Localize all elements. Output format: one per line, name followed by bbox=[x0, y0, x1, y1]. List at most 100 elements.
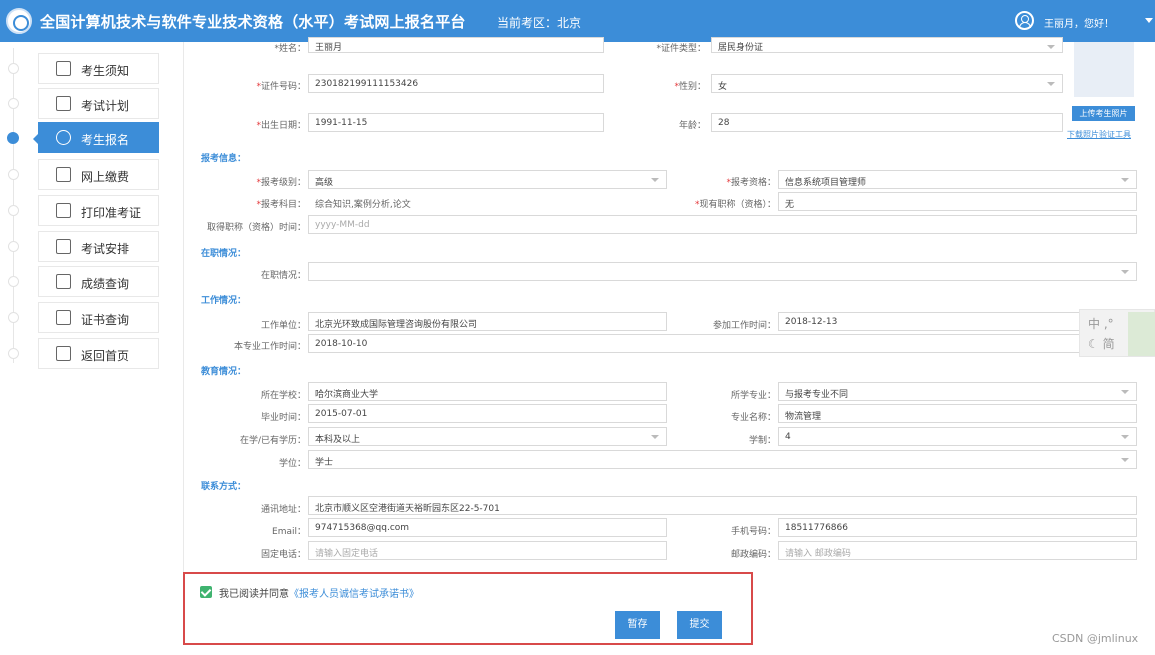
timeline-dot bbox=[8, 169, 19, 180]
save-button[interactable]: 暂存 bbox=[615, 611, 660, 639]
name-label: *姓名： bbox=[274, 44, 306, 54]
major-time-field[interactable]: 2018-10-10 bbox=[308, 334, 1137, 353]
sidebar-item[interactable]: 考生须知 bbox=[38, 53, 159, 84]
school-field[interactable]: 哈尔滨商业大学 bbox=[308, 382, 667, 401]
logo-icon bbox=[6, 8, 32, 34]
chevron-down-icon bbox=[1121, 270, 1129, 274]
ime-mode[interactable]: 中 ,° bbox=[1088, 315, 1114, 332]
employment-select[interactable] bbox=[308, 262, 1137, 281]
sidebar-item[interactable]: 网上缴费 bbox=[38, 159, 159, 190]
certificate-icon bbox=[56, 310, 71, 325]
clock-icon bbox=[56, 130, 71, 145]
sidebar-item[interactable]: 考试计划 bbox=[38, 88, 159, 119]
printer-icon bbox=[56, 203, 71, 218]
sidebar-item-label: 考生须知 bbox=[81, 64, 130, 78]
level-label: *报考级别： bbox=[256, 178, 306, 188]
title-time-field[interactable]: yyyy-MM-dd bbox=[308, 215, 1137, 234]
birth-field[interactable]: 1991-11-15 bbox=[308, 113, 604, 132]
idtype-label: *证件类型： bbox=[656, 44, 706, 54]
zip-field[interactable]: 请输入 邮政编码 bbox=[778, 541, 1137, 560]
address-label: 通讯地址： bbox=[260, 505, 306, 515]
sidebar-item-label: 打印准考证 bbox=[81, 206, 142, 220]
major-rel-select[interactable]: 与报考专业不同 bbox=[778, 382, 1137, 401]
sidebar-item-label: 考试计划 bbox=[81, 99, 130, 113]
sidebar-item-label: 考生报名 bbox=[81, 133, 130, 147]
pledge-link[interactable]: 《报考人员诚信考试承诺书》 bbox=[289, 589, 419, 600]
chevron-down-icon bbox=[1121, 458, 1129, 462]
sidebar-item-label: 返回首页 bbox=[81, 349, 130, 363]
phone-label: 固定电话： bbox=[260, 550, 306, 560]
timeline-dot bbox=[8, 241, 19, 252]
degree-label: 学位： bbox=[278, 459, 306, 469]
idno-field[interactable]: 230182199111153426 bbox=[308, 74, 604, 93]
grad-label: 毕业时间： bbox=[260, 413, 306, 423]
address-field[interactable]: 北京市顺义区空港街道天裕昕园东区22-5-701 bbox=[308, 496, 1137, 515]
major-rel-label: 所学专业： bbox=[730, 391, 776, 401]
level-select[interactable]: 高级 bbox=[308, 170, 667, 189]
chevron-down-icon bbox=[1121, 178, 1129, 182]
timeline-dot bbox=[8, 312, 19, 323]
sidebar-item-label: 考试安排 bbox=[81, 242, 130, 256]
degree-select[interactable]: 学士 bbox=[308, 450, 1137, 469]
degree-level-select[interactable]: 本科及以上 bbox=[308, 427, 667, 446]
search-icon bbox=[56, 274, 71, 289]
timeline-dot bbox=[8, 98, 19, 109]
user-icon[interactable] bbox=[1015, 11, 1034, 30]
sidebar-item[interactable]: 证书查询 bbox=[38, 302, 159, 333]
arrangement-icon bbox=[56, 239, 71, 254]
sidebar-item[interactable]: 成绩查询 bbox=[38, 266, 159, 297]
ime-simplified[interactable]: ☾ 简 bbox=[1088, 335, 1115, 352]
chevron-down-icon[interactable] bbox=[1145, 18, 1153, 23]
grad-field[interactable]: 2015-07-01 bbox=[308, 404, 667, 423]
current-region: 当前考区：北京 bbox=[497, 16, 582, 30]
header-bar: 全国计算机技术与软件专业技术资格（水平）考试网上报名平台 当前考区：北京 王丽月… bbox=[0, 0, 1155, 42]
chevron-down-icon bbox=[1121, 390, 1129, 394]
sidebar-item[interactable]: 考生报名 bbox=[33, 122, 159, 153]
upload-photo-button[interactable]: 上传考生照片 bbox=[1072, 106, 1135, 121]
subject-label: *报考科目： bbox=[256, 200, 306, 210]
years-select[interactable]: 4 bbox=[778, 427, 1137, 446]
download-tool-link[interactable]: 下载照片验证工具 bbox=[1067, 129, 1131, 140]
qual-label: *报考资格： bbox=[726, 178, 776, 188]
ime-widget[interactable]: 中 ,° ☾ 简 bbox=[1079, 309, 1155, 357]
timeline-dot bbox=[8, 63, 19, 74]
start-label: 参加工作时间： bbox=[712, 321, 776, 331]
degree-level-label: 在学/已有学历： bbox=[239, 436, 306, 446]
sidebar-item[interactable]: 考试安排 bbox=[38, 231, 159, 262]
phone-field[interactable]: 请输入固定电话 bbox=[308, 541, 667, 560]
agree-checkbox[interactable] bbox=[200, 586, 212, 598]
title-field[interactable]: 无 bbox=[778, 192, 1137, 211]
sidebar-item[interactable]: 返回首页 bbox=[38, 338, 159, 369]
watermark: CSDN @jmlinux bbox=[1052, 632, 1139, 645]
submit-button[interactable]: 提交 bbox=[677, 611, 722, 639]
section-work: 工作情况： bbox=[201, 296, 247, 306]
payment-icon bbox=[56, 167, 71, 182]
ime-skin-icon bbox=[1128, 312, 1155, 356]
major-time-label: 本专业工作时间： bbox=[233, 342, 306, 352]
timeline-dot bbox=[8, 276, 19, 287]
timeline-dot bbox=[7, 132, 19, 144]
name-field[interactable]: 王丽月 bbox=[308, 37, 604, 53]
user-greeting[interactable]: 王丽月，您好！ bbox=[1044, 15, 1114, 30]
sidebar-item-label: 证书查询 bbox=[81, 313, 130, 327]
sidebar-item-label: 网上缴费 bbox=[81, 170, 130, 184]
idtype-select[interactable]: 居民身份证 bbox=[711, 37, 1063, 53]
qual-select[interactable]: 信息系统项目管理师 bbox=[778, 170, 1137, 189]
agree-text: 我已阅读并同意《报考人员诚信考试承诺书》 bbox=[219, 589, 419, 600]
gender-select[interactable]: 女 bbox=[711, 74, 1063, 93]
chevron-down-icon bbox=[1047, 45, 1055, 49]
age-field[interactable]: 28 bbox=[711, 113, 1063, 132]
age-label: 年龄： bbox=[678, 121, 706, 131]
site-title: 全国计算机技术与软件专业技术资格（水平）考试网上报名平台 bbox=[40, 13, 466, 31]
unit-label: 工作单位： bbox=[260, 321, 306, 331]
major-field[interactable]: 物流管理 bbox=[778, 404, 1137, 423]
email-field[interactable]: 974715368@qq.com bbox=[308, 518, 667, 537]
timeline-dot bbox=[8, 205, 19, 216]
home-icon bbox=[56, 346, 71, 361]
section-exam: 报考信息： bbox=[201, 154, 247, 164]
unit-field[interactable]: 北京光环致成国际管理咨询股份有限公司 bbox=[308, 312, 667, 331]
sidebar-item[interactable]: 打印准考证 bbox=[38, 195, 159, 226]
schedule-icon bbox=[56, 96, 71, 111]
mobile-field[interactable]: 18511776866 bbox=[778, 518, 1137, 537]
chevron-down-icon bbox=[1047, 82, 1055, 86]
